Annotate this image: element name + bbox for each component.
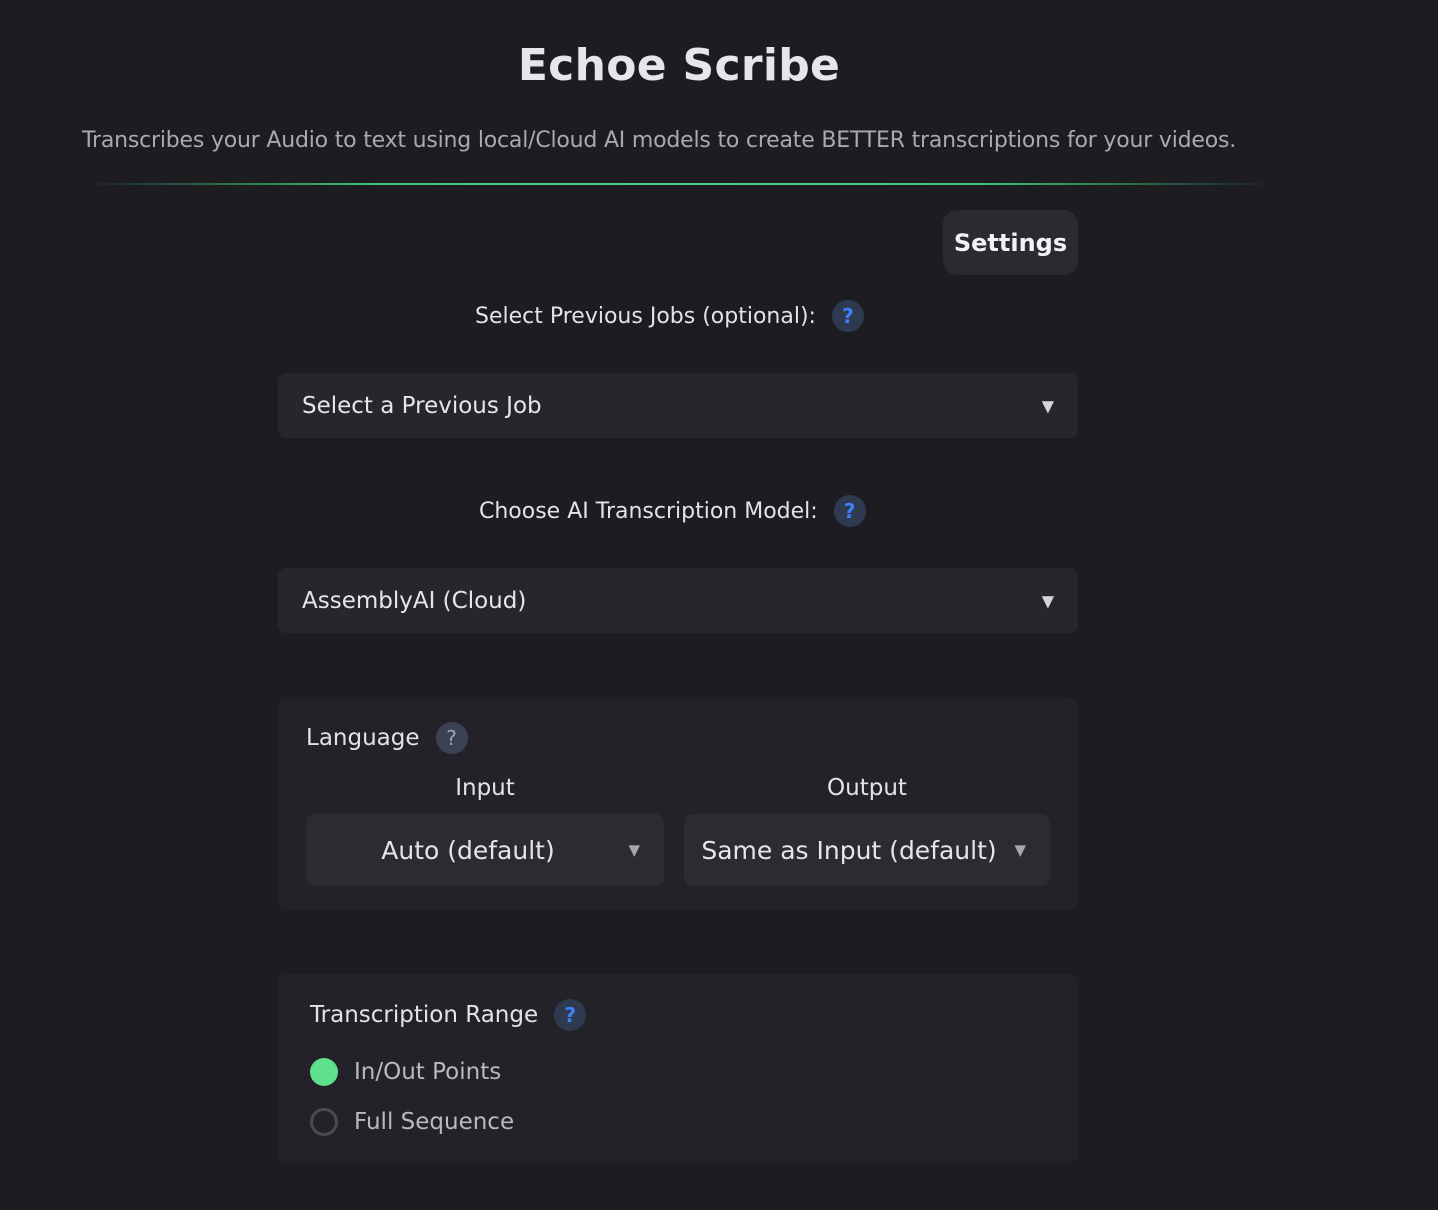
language-output-label: Output bbox=[827, 775, 907, 801]
range-option-in-out[interactable]: In/Out Points bbox=[310, 1058, 501, 1086]
language-help-icon[interactable]: ? bbox=[435, 722, 468, 754]
language-title-row: Language ? bbox=[306, 722, 468, 754]
language-output-selected-value: Same as Input (default) bbox=[701, 835, 997, 865]
radio-selected-icon[interactable] bbox=[310, 1058, 338, 1086]
model-help-icon[interactable]: ? bbox=[833, 495, 866, 527]
language-output-select[interactable]: Same as Input (default) ▼ bbox=[684, 814, 1050, 886]
range-option-label: In/Out Points bbox=[354, 1059, 502, 1085]
range-help-icon[interactable]: ? bbox=[554, 999, 587, 1031]
previous-jobs-help-icon[interactable]: ? bbox=[831, 300, 864, 332]
range-title-row: Transcription Range ? bbox=[310, 999, 587, 1031]
app-root: Echoe Scribe Transcribes your Audio to t… bbox=[0, 0, 1438, 1210]
chevron-down-icon: ▼ bbox=[1041, 396, 1054, 415]
range-option-label: Full Sequence bbox=[354, 1109, 515, 1135]
language-title: Language bbox=[306, 725, 420, 751]
language-input-label: Input bbox=[455, 775, 515, 801]
previous-jobs-selected-value: Select a Previous Job bbox=[302, 392, 542, 419]
model-selected-value: AssemblyAI (Cloud) bbox=[302, 587, 527, 614]
radio-unselected-icon[interactable] bbox=[310, 1108, 338, 1136]
settings-button[interactable]: Settings bbox=[943, 210, 1078, 275]
language-input-select[interactable]: Auto (default) ▼ bbox=[306, 814, 664, 886]
model-label-row: Choose AI Transcription Model: ? bbox=[479, 495, 866, 527]
range-title: Transcription Range bbox=[310, 1002, 539, 1028]
range-option-full-sequence[interactable]: Full Sequence bbox=[310, 1108, 514, 1136]
chevron-down-icon: ▼ bbox=[628, 841, 640, 859]
chevron-down-icon: ▼ bbox=[1014, 841, 1026, 859]
app-title: Echoe Scribe bbox=[517, 40, 841, 91]
model-select[interactable]: AssemblyAI (Cloud) ▼ bbox=[278, 568, 1078, 633]
header-divider bbox=[82, 183, 1274, 185]
language-panel: Language ? Input Output Auto (default) ▼… bbox=[278, 697, 1078, 910]
app-subtitle: Transcribes your Audio to text using loc… bbox=[82, 128, 1237, 153]
previous-jobs-label: Select Previous Jobs (optional): bbox=[475, 303, 816, 329]
chevron-down-icon: ▼ bbox=[1041, 591, 1054, 610]
previous-jobs-select[interactable]: Select a Previous Job ▼ bbox=[278, 373, 1078, 438]
language-input-selected-value: Auto (default) bbox=[381, 835, 555, 865]
model-label: Choose AI Transcription Model: bbox=[479, 498, 818, 524]
transcription-range-panel: Transcription Range ? In/Out Points Full… bbox=[278, 974, 1078, 1163]
previous-jobs-label-row: Select Previous Jobs (optional): ? bbox=[475, 300, 864, 332]
